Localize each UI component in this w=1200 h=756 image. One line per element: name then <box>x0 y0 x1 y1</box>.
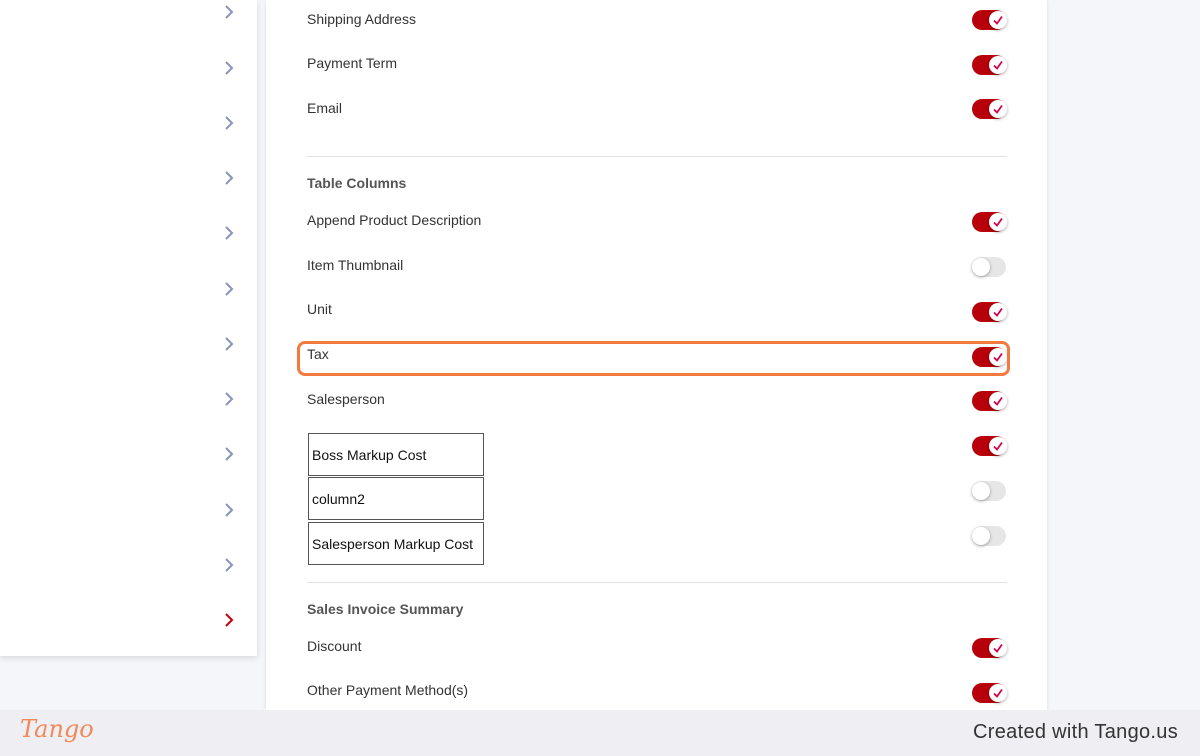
check-icon <box>989 213 1007 231</box>
created-with-text: Created with Tango.us <box>973 721 1178 743</box>
check-icon <box>989 303 1007 321</box>
custom-column-name-field[interactable]: Boss Markup Cost <box>308 433 484 476</box>
chevron-right-icon[interactable] <box>221 502 237 518</box>
table-columns-title: Table Columns <box>307 175 407 191</box>
chevron-right-icon[interactable] <box>221 170 237 186</box>
sidebar <box>0 0 257 656</box>
tax-label: Tax <box>307 346 329 362</box>
section-divider <box>307 156 1007 157</box>
check-icon <box>989 392 1007 410</box>
other-payment-methods-toggle[interactable] <box>972 683 1007 703</box>
discount-label: Discount <box>307 638 362 654</box>
salesperson-label: Salesperson <box>307 391 385 407</box>
tango-footer: Tango Created with Tango.us <box>0 710 1200 756</box>
check-icon <box>989 11 1007 29</box>
chevron-right-icon[interactable] <box>221 336 237 352</box>
custom-column-name-field[interactable]: Salesperson Markup Cost <box>308 522 484 565</box>
check-icon <box>989 348 1007 366</box>
check-icon <box>989 684 1007 702</box>
boss-markup-cost-toggle[interactable] <box>972 436 1007 456</box>
check-icon <box>989 100 1007 118</box>
tango-logo: Tango <box>20 715 94 743</box>
email-toggle[interactable] <box>972 99 1007 119</box>
check-icon <box>989 639 1007 657</box>
section-divider <box>307 582 1007 583</box>
append-product-description-toggle[interactable] <box>972 212 1007 232</box>
chevron-right-icon[interactable] <box>221 115 237 131</box>
item-thumbnail-toggle[interactable] <box>972 257 1006 277</box>
chevron-right-icon[interactable] <box>221 225 237 241</box>
chevron-right-active-icon[interactable] <box>221 612 237 628</box>
chevron-right-icon[interactable] <box>221 391 237 407</box>
salesperson-markup-cost-toggle[interactable] <box>972 526 1006 546</box>
tax-toggle[interactable] <box>972 347 1007 367</box>
sales-invoice-summary-title: Sales Invoice Summary <box>307 601 464 617</box>
check-icon <box>989 56 1007 74</box>
unit-label: Unit <box>307 301 332 317</box>
append-product-description-label: Append Product Description <box>307 212 482 228</box>
check-icon <box>989 437 1007 455</box>
column2-toggle[interactable] <box>972 481 1006 501</box>
shipping-address-toggle[interactable] <box>972 10 1007 30</box>
payment-term-toggle[interactable] <box>972 55 1007 75</box>
unit-toggle[interactable] <box>972 302 1007 322</box>
payment-term-label: Payment Term <box>307 55 397 71</box>
other-payment-methods-label: Other Payment Method(s) <box>307 682 469 698</box>
chevron-right-icon[interactable] <box>221 446 237 462</box>
custom-column-name-field[interactable]: column2 <box>308 477 484 520</box>
chevron-right-icon[interactable] <box>221 557 237 573</box>
salesperson-toggle[interactable] <box>972 391 1007 411</box>
discount-toggle[interactable] <box>972 638 1007 658</box>
shipping-address-label: Shipping Address <box>307 11 416 27</box>
email-label: Email <box>307 100 343 116</box>
item-thumbnail-label: Item Thumbnail <box>307 257 404 273</box>
chevron-right-icon[interactable] <box>221 60 237 76</box>
chevron-right-icon[interactable] <box>221 4 237 20</box>
chevron-right-icon[interactable] <box>221 281 237 297</box>
